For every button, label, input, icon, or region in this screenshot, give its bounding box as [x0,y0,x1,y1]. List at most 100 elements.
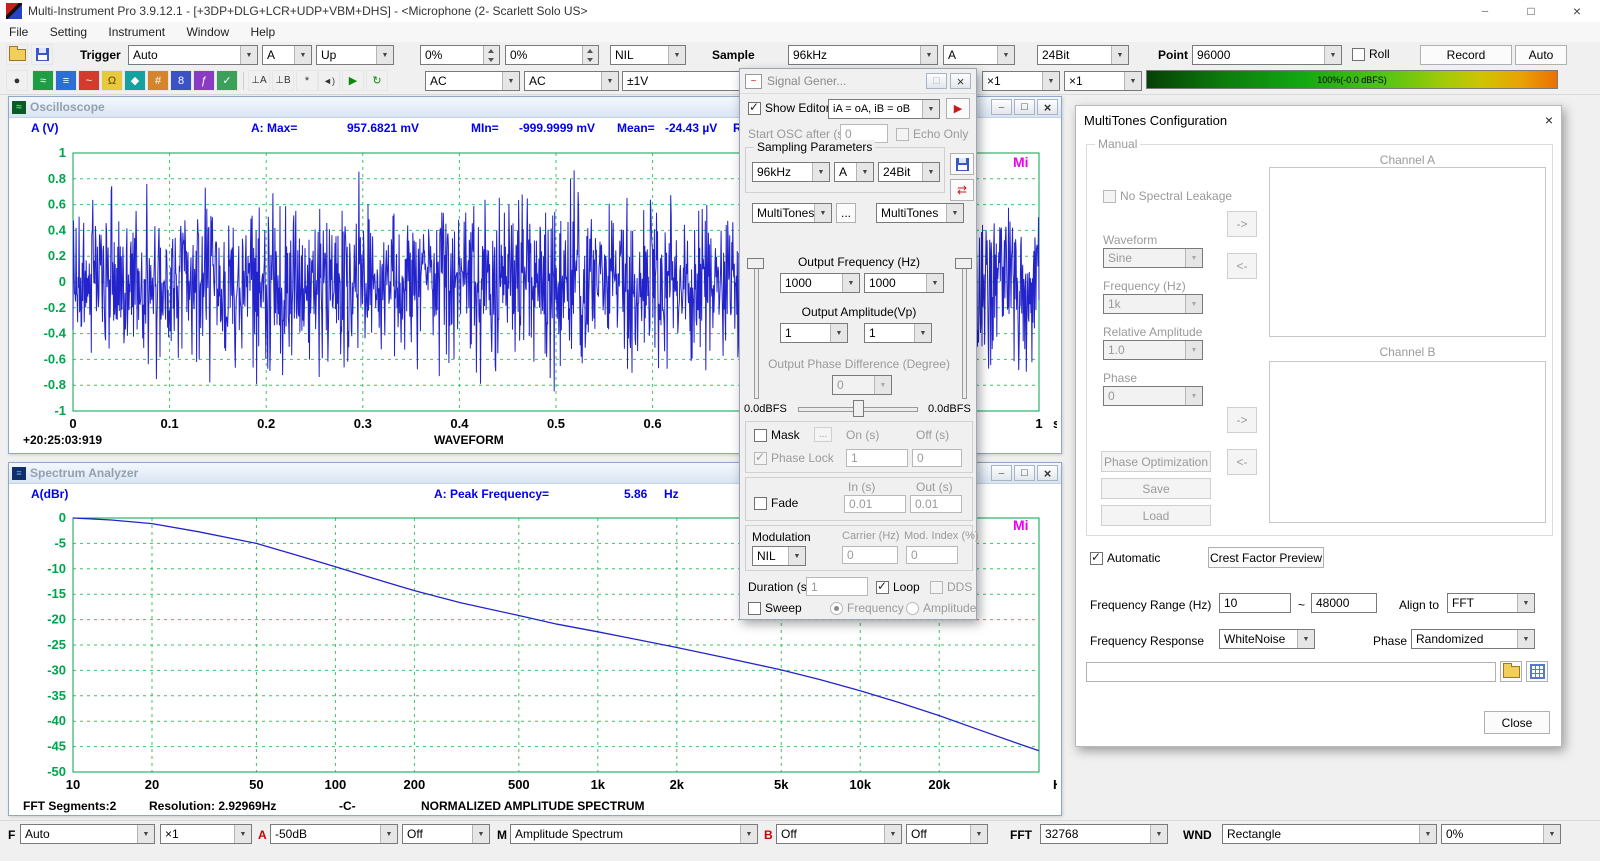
window-close-button[interactable] [1554,0,1600,22]
frequency-response-select[interactable]: WhiteNoise [1219,629,1315,649]
oscilloscope-restore-button[interactable] [1014,99,1035,115]
waveform-b-select[interactable]: MultiTones [876,203,964,223]
channel-a-level-slider[interactable] [746,255,764,403]
automatic-checkbox[interactable]: Automatic [1090,551,1160,565]
a-range-select[interactable]: -50dB [270,824,398,844]
signal-flow-button[interactable]: ⇄ [950,179,974,201]
multitones-title-bar[interactable]: MultiTones Configuration × [1076,106,1561,134]
trigger-level-stepper[interactable]: 0% [420,45,500,65]
marker-a-button[interactable]: ⊥A [248,70,270,91]
generator-bits-select[interactable]: 24Bit [878,162,940,182]
spin-up-icon[interactable] [484,46,499,55]
mask-checkbox[interactable]: Mask [754,428,800,442]
sweep-checkbox[interactable]: Sweep [748,601,802,615]
spectrum-3d-plot-button[interactable]: ◆ [124,70,146,91]
oscilloscope-button[interactable]: ≈ [32,70,54,91]
frequency-mode-select[interactable]: Auto [20,824,155,844]
frequency-from-input[interactable]: 10 [1219,593,1291,613]
spectrum-minimize-button[interactable] [991,465,1012,481]
window-maximize-button[interactable] [1508,0,1554,22]
roll-checkbox[interactable]: Roll [1352,47,1390,61]
a-filter-select[interactable]: Off [402,824,490,844]
spin-up-icon[interactable] [583,46,598,55]
save-file-button[interactable] [31,44,53,65]
waveform-more-button[interactable]: ... [836,203,856,223]
menu-setting[interactable]: Setting [41,22,96,42]
signal-generator-restore-button[interactable] [926,73,947,89]
frequency-b-input[interactable]: 1000 [864,273,944,293]
routing-select[interactable]: iA = oA, iB = oB [828,99,940,119]
fade-checkbox[interactable]: Fade [754,496,798,510]
modulation-select[interactable]: NIL [752,546,806,566]
rerun-button[interactable]: ↻ [366,70,388,91]
tone-table-button[interactable] [1526,661,1548,682]
coupling-b-select[interactable]: AC [524,71,619,91]
ddp-viewer-button[interactable]: 8 [170,70,192,91]
generator-channel-select[interactable]: A [834,162,874,182]
loop-checkbox[interactable]: Loop [876,580,920,594]
spectrum-analyzer-button[interactable]: ≡ [55,70,77,91]
multimeter-button[interactable]: Ω [101,70,123,91]
menu-instrument[interactable]: Instrument [99,22,174,42]
oscilloscope-minimize-button[interactable] [991,99,1012,115]
auto-scale-button[interactable]: Auto [1515,45,1567,65]
menu-help[interactable]: Help [241,22,284,42]
crest-factor-preview-button[interactable]: Crest Factor Preview [1208,547,1324,568]
menu-window[interactable]: Window [177,22,238,42]
fft-size-select[interactable]: 32768 [1040,824,1168,844]
probe-a-select[interactable]: ×1 [982,71,1060,91]
spin-down-icon[interactable] [484,55,499,64]
balance-slider[interactable] [796,399,920,417]
slider-handle[interactable] [853,400,864,417]
b-filter-select[interactable]: Off [906,824,988,844]
record-button[interactable]: Record [1420,45,1512,65]
window-type-select[interactable]: Rectangle [1222,824,1437,844]
oscilloscope-close-button[interactable] [1037,99,1058,115]
amplitude-a-input[interactable]: 1 [780,323,848,343]
calibration-button[interactable]: * [296,70,318,91]
sampling-channel-select[interactable]: A [943,45,1015,65]
marker-b-button[interactable]: ⊥B [272,70,294,91]
waveform-a-select[interactable]: MultiTones [752,203,832,223]
phase-mode-select[interactable]: Randomized [1411,629,1535,649]
window-minimize-button[interactable] [1462,0,1508,22]
slider-handle[interactable] [747,258,764,269]
spin-down-icon[interactable] [583,55,598,64]
menu-file[interactable]: File [0,22,37,42]
sampling-rate-select[interactable]: 96kHz [788,45,938,65]
multitones-close-icon[interactable]: × [1545,112,1553,128]
align-to-select[interactable]: FFT [1447,593,1535,613]
spectrum-restore-button[interactable] [1014,465,1035,481]
record-button-2[interactable]: ● [6,70,28,91]
signal-generator-close-button[interactable] [950,73,971,89]
browse-file-button[interactable] [1500,661,1522,682]
signal-generator-button[interactable]: ~ [78,70,100,91]
coupling-a-select[interactable]: AC [425,71,520,91]
derived-data-points-button[interactable]: ƒ [193,70,215,91]
generator-sample-rate-select[interactable]: 96kHz [752,162,830,182]
record-points-select[interactable]: 96000 [1192,45,1342,65]
trigger-mode-select[interactable]: Auto [128,45,258,65]
probe-b-select[interactable]: ×1 [1064,71,1142,91]
save-signal-button[interactable] [950,153,974,175]
run-button[interactable]: ▶ [342,70,364,91]
signal-generator-title-bar[interactable]: ~ Signal Gener... [740,69,976,94]
multitones-close-button[interactable]: Close [1484,711,1550,734]
trigger-edge-select[interactable]: Up [316,45,394,65]
trigger-rejection-select[interactable]: NIL [610,45,686,65]
slider-handle[interactable] [955,258,972,269]
amplitude-b-input[interactable]: 1 [864,323,932,343]
overlap-select[interactable]: 0% [1441,824,1561,844]
show-editor-checkbox[interactable]: Show Editor [748,101,830,115]
sampling-bits-select[interactable]: 24Bit [1037,45,1129,65]
frequency-a-input[interactable]: 1000 [780,273,860,293]
channel-b-level-slider[interactable] [954,255,972,403]
device-test-plan-button[interactable]: ✓ [216,70,238,91]
view-mode-select[interactable]: Amplitude Spectrum [510,824,758,844]
trigger-source-select[interactable]: A [262,45,312,65]
data-logger-button[interactable]: # [147,70,169,91]
generator-play-button[interactable]: ▶ [946,98,970,119]
trigger-delay-stepper[interactable]: 0% [505,45,599,65]
spectrum-close-button[interactable] [1037,465,1058,481]
open-file-button[interactable] [6,44,28,65]
